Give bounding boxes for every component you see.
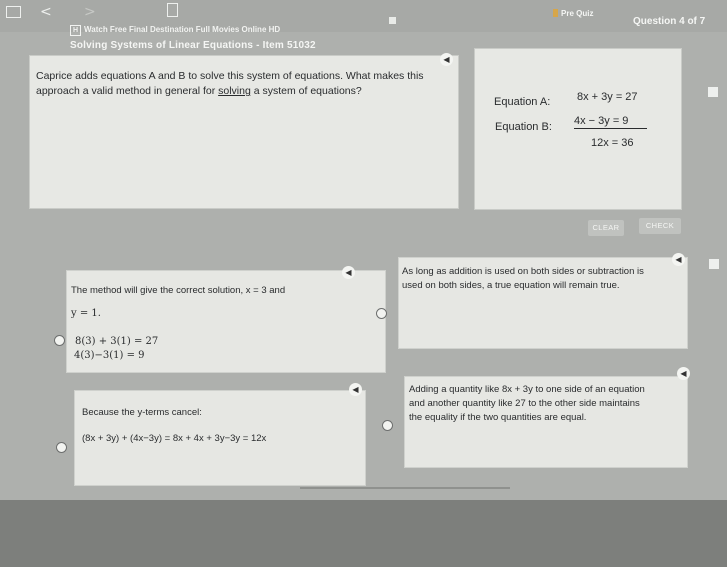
question-text: Caprice adds equations A and B to solve … [36,69,436,99]
option-c-radio[interactable] [56,442,67,453]
close-tab-icon[interactable] [389,17,396,24]
scroll-indicator [300,487,510,489]
speaker-icon[interactable]: ◀ [440,53,453,66]
scroll-marker-icon-2[interactable] [709,259,719,269]
page-subtitle: Solving Systems of Linear Equations - It… [70,40,316,51]
option-a-radio[interactable] [54,335,65,346]
option-d-line-2: and another quantity like 27 to the othe… [409,398,640,409]
scroll-marker-icon[interactable] [708,87,718,97]
option-c-line-1: Because the y-terms cancel: [82,407,202,418]
tab-title[interactable]: H Watch Free Final Destination Full Movie… [70,25,280,36]
option-a-line-1: The method will give the correct solutio… [71,285,286,296]
check-button[interactable]: CHECK [639,218,681,234]
clear-button[interactable]: CLEAR [588,220,624,236]
question-counter: Question 4 of 7 [633,16,706,27]
option-b-line-1: As long as addition is used on both side… [402,266,644,277]
prequiz-label: Pre Quiz [553,9,593,18]
option-a-line-3: 8(3) + 3(1) = 27 [75,336,159,347]
equation-b-label: Equation B: [495,121,552,133]
option-b-radio[interactable] [376,308,387,319]
option-a-line-2: y = 1. [71,308,101,319]
option-c-speaker-icon[interactable]: ◀ [349,383,362,396]
equation-b: 4x − 3y = 9 [574,115,647,129]
equation-a-label: Equation A: [494,96,551,108]
option-a-line-4: 4(3)−3(1) = 9 [74,350,145,361]
bottom-bezel [0,500,727,567]
option-d-speaker-icon[interactable]: ◀ [677,367,690,380]
forward-icon[interactable]: > [84,4,96,20]
bookmark-icon[interactable] [167,3,178,17]
option-b-line-2: used on both sides, a true equation will… [402,280,620,291]
option-a-speaker-icon[interactable]: ◀ [342,266,355,279]
prequiz-text: Pre Quiz [561,9,594,18]
tab-title-text: Watch Free Final Destination Full Movies… [84,25,281,34]
flag-icon [553,9,558,17]
question-text-end: a system of equations? [250,85,362,97]
window-icon[interactable] [6,6,21,18]
back-icon[interactable]: < [40,4,52,20]
equation-sum: 12x = 36 [591,137,634,149]
option-d-radio[interactable] [382,420,393,431]
equation-a: 8x + 3y = 27 [577,91,638,103]
option-d-line-1: Adding a quantity like 8x + 3y to one si… [409,384,645,395]
option-c-line-2: (8x + 3y) + (4x−3y) = 8x + 4x + 3y−3y = … [82,433,267,444]
option-d-line-3: the equality if the two quantities are e… [409,412,587,423]
option-b-speaker-icon[interactable]: ◀ [672,253,685,266]
solving-link[interactable]: solving [218,85,251,97]
site-icon: H [70,25,81,36]
